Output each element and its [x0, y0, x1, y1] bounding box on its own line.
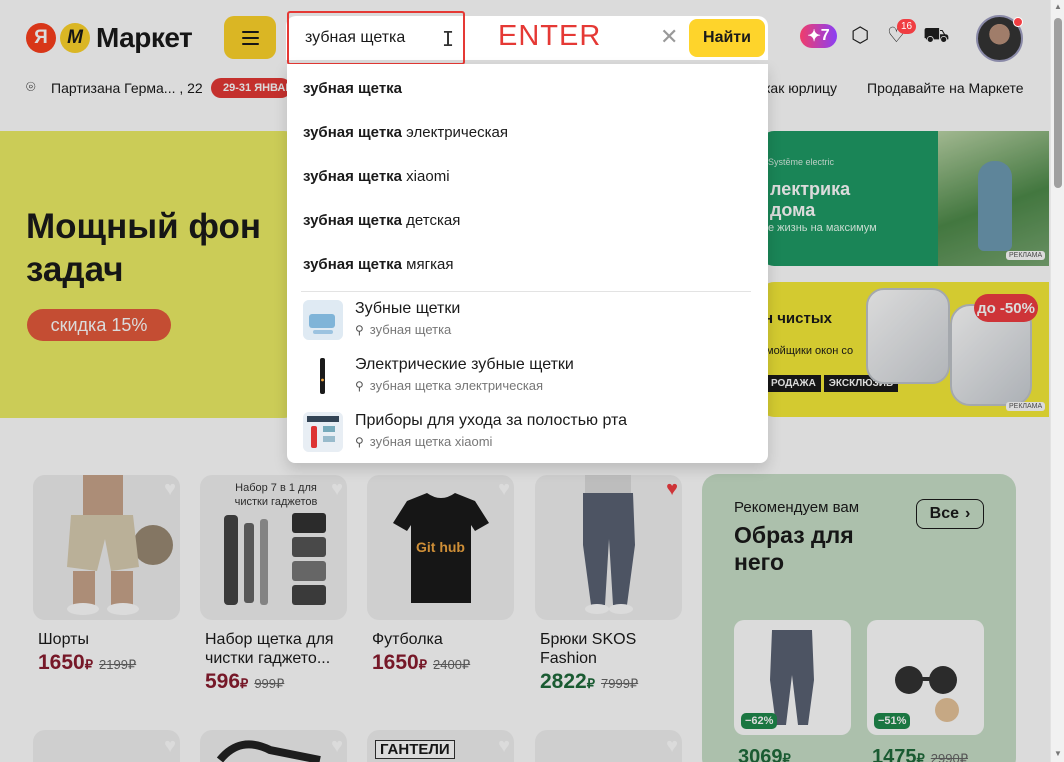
search-suggestions-dropdown: зубная щетка зубная щетка электрическая … [287, 64, 768, 463]
category-query: ⚲ зубная щетка [355, 322, 452, 337]
category-title: Приборы для ухода за полостью рта [355, 412, 628, 429]
category-thumbnail [303, 412, 343, 452]
plus-points-badge[interactable]: ✦ 7 [800, 24, 837, 48]
favorites-count-badge: 16 [897, 19, 916, 34]
search-bar: зубная щетка I ENTER ✕ Найти [286, 11, 768, 65]
page: Я М Маркет ⌾ Партизана Герма... , 22 29-… [0, 0, 1064, 762]
scroll-up-arrow-icon[interactable]: ▲ [1054, 2, 1062, 11]
box-icon[interactable]: ⬡ [851, 24, 869, 48]
category-thumbnail [303, 300, 343, 340]
notification-dot [1013, 17, 1023, 27]
suggestion-item[interactable]: зубная щетка [303, 80, 402, 97]
search-input[interactable]: зубная щетка [305, 29, 405, 47]
enter-key-annotation: ENTER [498, 20, 602, 52]
search-icon: ⚲ [355, 435, 364, 449]
suggestion-item[interactable]: зубная щетка xiaomi [303, 168, 450, 185]
category-query: ⚲ зубная щетка xiaomi [355, 434, 493, 449]
suggestion-item[interactable]: зубная щетка мягкая [303, 256, 453, 273]
category-thumbnail [303, 356, 343, 396]
scroll-down-arrow-icon[interactable]: ▼ [1054, 749, 1062, 758]
category-suggestion[interactable]: Электрические зубные щетки ⚲ зубная щетка… [303, 356, 753, 400]
category-suggestion[interactable]: Зубные щетки ⚲ зубная щетка [303, 300, 753, 344]
search-icon: ⚲ [355, 323, 364, 337]
category-query: ⚲ зубная щетка электрическая [355, 378, 544, 393]
search-icon: ⚲ [355, 379, 364, 393]
cart-icon[interactable]: ⛟ [923, 24, 949, 48]
plus-icon: ✦ [807, 28, 821, 45]
find-button[interactable]: Найти [689, 19, 765, 57]
suggestion-item[interactable]: зубная щетка электрическая [303, 124, 508, 141]
category-suggestion[interactable]: Приборы для ухода за полостью рта ⚲ зубна… [303, 412, 753, 456]
clear-icon[interactable]: ✕ [660, 26, 678, 48]
page-scrollbar[interactable]: ▲ ▼ [1050, 0, 1064, 762]
divider [301, 291, 751, 292]
scrollbar-thumb[interactable] [1054, 18, 1062, 188]
suggestion-item[interactable]: зубная щетка детская [303, 212, 460, 229]
text-cursor-icon: I [442, 27, 455, 51]
category-title: Электрические зубные щетки [355, 356, 574, 373]
category-title: Зубные щетки [355, 300, 461, 317]
